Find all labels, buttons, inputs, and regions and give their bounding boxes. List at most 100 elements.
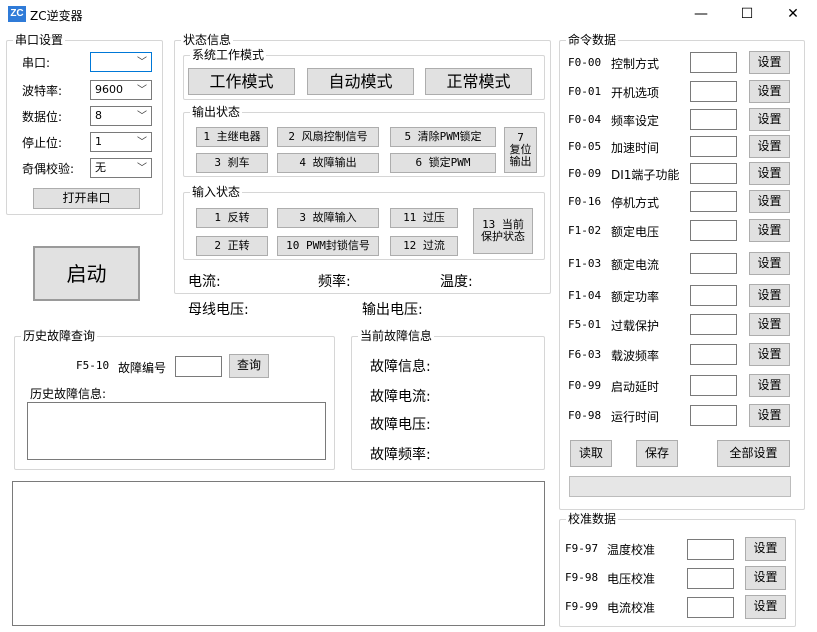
calibration-set-button[interactable]: 设置	[745, 566, 786, 590]
current-label: 电流:	[188, 274, 221, 290]
normal-mode-button[interactable]: 正常模式	[425, 68, 532, 95]
command-value-input[interactable]	[690, 191, 737, 212]
chevron-down-icon: ﹀	[137, 57, 147, 68]
command-set-button[interactable]: 设置	[749, 343, 790, 366]
command-name: 载波频率	[611, 349, 660, 363]
command-value-input[interactable]	[690, 375, 737, 396]
baud-label: 波特率:	[22, 84, 63, 98]
output-lock-pwm-button[interactable]: 6 锁定PWM	[390, 153, 496, 173]
command-code: F0-09	[568, 167, 602, 180]
command-code: F1-03	[568, 257, 602, 270]
history-info-textarea[interactable]	[27, 402, 326, 460]
fault-current-label: 故障电流:	[370, 389, 431, 405]
command-set-button[interactable]: 设置	[749, 190, 790, 213]
input-pwm-block-button[interactable]: 10 PWM封锁信号	[277, 236, 379, 256]
command-set-button[interactable]: 设置	[749, 313, 790, 336]
chevron-down-icon: ﹀	[137, 163, 147, 174]
history-info-label: 历史故障信息:	[30, 387, 107, 401]
start-button[interactable]: 启动	[33, 246, 140, 301]
command-code: F0-99	[568, 379, 602, 392]
output-main-relay-button[interactable]: 1 主继电器	[196, 127, 268, 147]
query-button[interactable]: 查询	[229, 354, 269, 378]
open-port-button[interactable]: 打开串口	[33, 188, 140, 209]
calibration-value-input[interactable]	[687, 568, 734, 589]
command-value-input[interactable]	[690, 81, 737, 102]
parity-label: 奇偶校验:	[22, 162, 75, 176]
output-brake-button[interactable]: 3 刹车	[196, 153, 268, 173]
maximize-icon[interactable]: ☐	[725, 3, 769, 25]
mode-title: 系统工作模式	[190, 47, 267, 63]
input-reverse-button[interactable]: 1 反转	[196, 208, 268, 228]
input-overcurrent-button[interactable]: 12 过流	[390, 236, 458, 256]
serial-settings-title: 串口设置	[13, 32, 66, 48]
port-select[interactable]: ﹀	[90, 52, 152, 72]
calibration-value-input[interactable]	[687, 539, 734, 560]
command-value-input[interactable]	[690, 344, 737, 365]
baud-select[interactable]: 9600 ﹀	[90, 80, 152, 100]
command-value-input[interactable]	[690, 220, 737, 241]
command-set-button[interactable]: 设置	[749, 374, 790, 397]
calibration-code: F9-98	[565, 571, 599, 584]
output-voltage-label: 输出电压:	[362, 302, 423, 318]
minimize-icon[interactable]: —	[679, 3, 723, 25]
input-title: 输入状态	[190, 184, 243, 200]
calibration-set-button[interactable]: 设置	[745, 537, 786, 561]
set-all-button[interactable]: 全部设置	[717, 440, 790, 467]
command-value-input[interactable]	[690, 109, 737, 130]
command-set-button[interactable]: 设置	[749, 404, 790, 427]
frequency-label: 频率:	[318, 274, 351, 290]
command-set-button[interactable]: 设置	[749, 252, 790, 275]
read-button[interactable]: 读取	[570, 440, 612, 467]
command-set-button[interactable]: 设置	[749, 51, 790, 74]
command-name: 额定功率	[611, 290, 660, 304]
calibration-set-button[interactable]: 设置	[745, 595, 786, 619]
command-value-input[interactable]	[690, 52, 737, 73]
command-set-button[interactable]: 设置	[749, 80, 790, 103]
window-title: ZC逆变器	[30, 9, 83, 23]
fault-frequency-label: 故障频率:	[370, 447, 431, 463]
command-value-input[interactable]	[690, 285, 737, 306]
save-button[interactable]: 保存	[636, 440, 678, 467]
command-name: 额定电压	[611, 225, 660, 239]
output-fault-output-button[interactable]: 4 故障输出	[277, 153, 379, 173]
databits-select[interactable]: 8 ﹀	[90, 106, 152, 126]
input-overvoltage-button[interactable]: 11 过压	[390, 208, 458, 228]
command-set-button[interactable]: 设置	[749, 219, 790, 242]
parity-value: 无	[95, 161, 106, 174]
command-set-button[interactable]: 设置	[749, 135, 790, 158]
command-value-input[interactable]	[690, 253, 737, 274]
command-value-input[interactable]	[690, 405, 737, 426]
auto-mode-button[interactable]: 自动模式	[307, 68, 414, 95]
fault-number-label: 故障编号	[118, 361, 167, 375]
fault-number-input[interactable]	[175, 356, 222, 377]
close-icon[interactable]: ✕	[771, 3, 815, 25]
command-set-button[interactable]: 设置	[749, 108, 790, 131]
chevron-down-icon: ﹀	[137, 85, 147, 96]
command-value-input[interactable]	[690, 163, 737, 184]
reset-output-button[interactable]: 7 复位 输出	[504, 127, 537, 173]
protect-status-line2: 保护状态	[481, 230, 525, 243]
command-set-button[interactable]: 设置	[749, 162, 790, 185]
calibration-code: F9-99	[565, 600, 599, 613]
work-mode-button[interactable]: 工作模式	[188, 68, 295, 95]
command-code: F6-03	[568, 348, 602, 361]
command-name: 频率设定	[611, 114, 660, 128]
title-bar: ZC ZC逆变器 — ☐ ✕	[0, 0, 817, 30]
parity-select[interactable]: 无 ﹀	[90, 158, 152, 178]
command-value-input[interactable]	[690, 136, 737, 157]
chevron-down-icon: ﹀	[137, 111, 147, 122]
command-name: 运行时间	[611, 410, 660, 424]
command-code: F1-02	[568, 224, 602, 237]
command-set-button[interactable]: 设置	[749, 284, 790, 307]
input-fault-input-button[interactable]: 3 故障输入	[277, 208, 379, 228]
databits-label: 数据位:	[22, 110, 63, 124]
output-fan-control-button[interactable]: 2 风扇控制信号	[277, 127, 379, 147]
stopbits-select[interactable]: 1 ﹀	[90, 132, 152, 152]
log-textarea[interactable]	[12, 481, 545, 626]
command-value-input[interactable]	[690, 314, 737, 335]
output-clear-pwm-lock-button[interactable]: 5 清除PWM锁定	[390, 127, 496, 147]
chevron-down-icon: ﹀	[137, 137, 147, 148]
input-forward-button[interactable]: 2 正转	[196, 236, 268, 256]
protect-status-button[interactable]: 13 当前 保护状态	[473, 208, 533, 254]
calibration-value-input[interactable]	[687, 597, 734, 618]
